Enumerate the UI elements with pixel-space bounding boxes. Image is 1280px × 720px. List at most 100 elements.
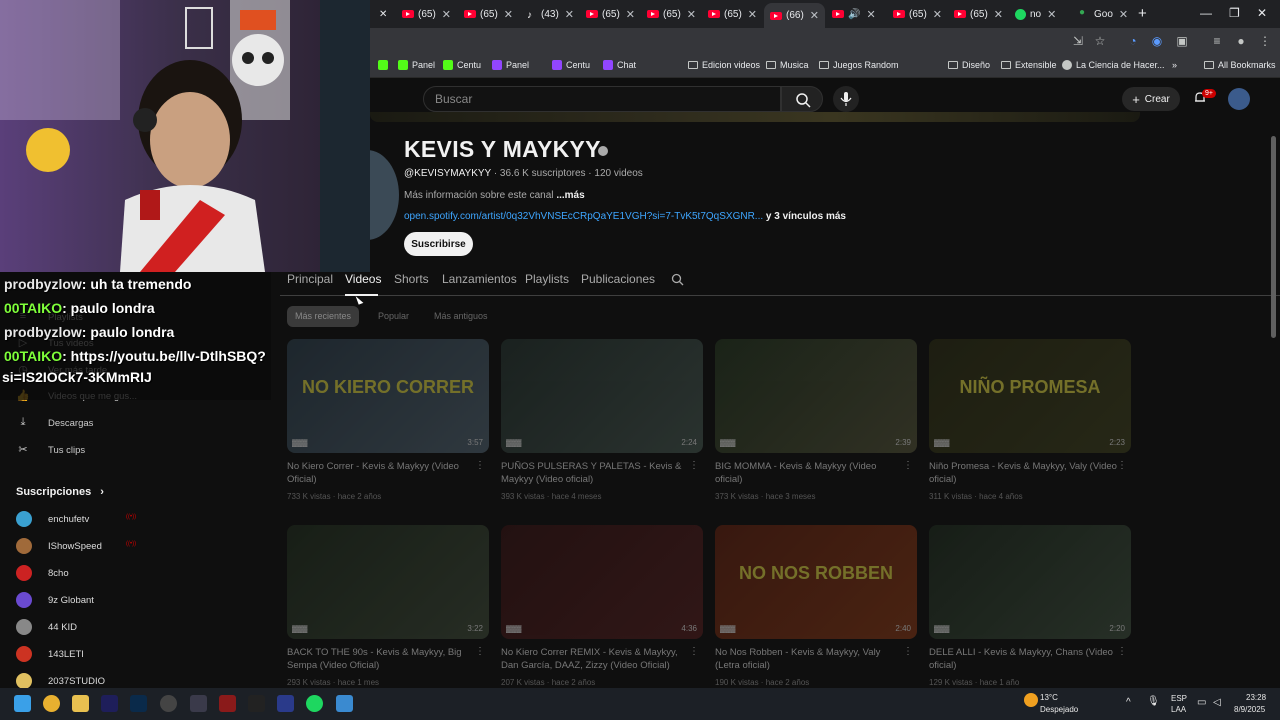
sidebar-item[interactable]: ⤓ Descargas	[16, 416, 94, 430]
obs-icon[interactable]	[160, 695, 177, 712]
browser-tab[interactable]: (65) ✕	[647, 3, 696, 25]
mic-tray-icon[interactable]: 🎙	[1147, 696, 1160, 707]
voice-search-button[interactable]	[833, 86, 859, 112]
close-tab-icon[interactable]: ✕	[866, 8, 875, 21]
tab-shorts[interactable]: Shorts	[394, 272, 429, 286]
browser-tab[interactable]: (65) ✕	[893, 3, 942, 25]
scrollbar[interactable]	[1271, 136, 1276, 338]
create-button[interactable]: + Crear	[1122, 87, 1180, 111]
browser-tab[interactable]: 🔊 ✕	[832, 3, 876, 25]
bookmark-item[interactable]: Centu	[552, 60, 590, 70]
more-options-icon[interactable]: ⋮	[689, 646, 699, 657]
video-title[interactable]: Niño Promesa - Kevis & Maykyy, Valy (Vid…	[929, 460, 1119, 486]
close-tab-icon[interactable]: ✕	[687, 8, 696, 21]
channel-description[interactable]: Más información sobre este canal ...más	[404, 190, 585, 201]
browser-tab[interactable]: (65) ✕	[954, 3, 1003, 25]
bookmark-item[interactable]: Centu	[443, 60, 481, 70]
app-3-icon[interactable]	[277, 695, 294, 712]
video-thumbnail[interactable]: ▓▓▓ 4:36	[501, 525, 703, 639]
extension-icon[interactable]: ◔	[1126, 34, 1140, 48]
more-bookmarks[interactable]: »	[1172, 60, 1177, 70]
start-icon[interactable]	[14, 695, 31, 712]
subscription-item[interactable]: 44 KID	[16, 619, 77, 635]
subscription-item[interactable]: enchufetv	[16, 511, 89, 527]
app-icon[interactable]	[190, 695, 207, 712]
avatar[interactable]	[1228, 88, 1250, 110]
tab-publicaciones[interactable]: Publicaciones	[581, 272, 655, 286]
photoshop-icon[interactable]	[130, 695, 147, 712]
filter-chip[interactable]: Más antiguos	[426, 306, 496, 327]
video-thumbnail[interactable]: ▓▓▓ 2:39	[715, 339, 917, 453]
close-window-icon[interactable]: ✕	[1257, 6, 1267, 20]
video-card[interactable]: ▓▓▓ 2:20 DELE ALLI - Kevis & Maykyy, Chans…	[929, 525, 1131, 687]
spotify-icon[interactable]	[306, 695, 323, 712]
app-2-icon[interactable]	[219, 695, 236, 712]
browser-tab[interactable]: (66) ✕	[764, 3, 826, 28]
bookmark-item[interactable]	[378, 60, 392, 70]
video-thumbnail[interactable]: NO NOS ROBBEN ▓▓▓ 2:40	[715, 525, 917, 639]
language-layout[interactable]: LAA	[1171, 705, 1186, 714]
bookmark-item[interactable]: Chat	[603, 60, 636, 70]
search-button[interactable]	[781, 86, 823, 112]
bookmark-star-icon[interactable]: ☆	[1093, 34, 1107, 48]
browser-tab[interactable]: (65) ✕	[708, 3, 757, 25]
video-thumbnail[interactable]: NO KIERO CORRER ▓▓▓ 3:57	[287, 339, 489, 453]
file-explorer-icon[interactable]	[72, 695, 89, 712]
subscription-item[interactable]: 8cho	[16, 565, 69, 581]
bookmark-item[interactable]: Juegos Random	[819, 60, 899, 70]
video-card[interactable]: ▓▓▓ 2:24 PUÑOS PULSERAS Y PALETAS - Kevis …	[501, 339, 703, 501]
more-options-icon[interactable]: ⋮	[903, 460, 913, 471]
video-title[interactable]: No Nos Robben - Kevis & Maykyy, Valy (Le…	[715, 646, 905, 672]
more-options-icon[interactable]: ⋮	[903, 646, 913, 657]
video-thumbnail[interactable]: ▓▓▓ 2:24	[501, 339, 703, 453]
bookmark-item[interactable]: Diseño	[948, 60, 990, 70]
video-title[interactable]: BACK TO THE 90s - Kevis & Maykyy, Big Se…	[287, 646, 477, 672]
close-tab-icon[interactable]: ✕	[442, 8, 451, 21]
video-thumbnail[interactable]: ▓▓▓ 3:22	[287, 525, 489, 639]
bookmark-item[interactable]: Edicion videos	[688, 60, 760, 70]
video-title[interactable]: BIG MOMMA - Kevis & Maykyy (Video oficia…	[715, 460, 905, 486]
capcut-icon[interactable]	[248, 695, 265, 712]
video-card[interactable]: ▓▓▓ 2:39 BIG MOMMA - Kevis & Maykyy (Video…	[715, 339, 917, 501]
install-icon[interactable]: ⇲	[1071, 34, 1085, 48]
browser-tab[interactable]: (65) ✕	[464, 3, 513, 25]
filter-chip[interactable]: Popular	[370, 306, 417, 327]
extensions-puzzle-icon[interactable]: ▣	[1175, 34, 1189, 48]
tab-lanzamientos[interactable]: Lanzamientos	[442, 272, 517, 286]
subscribe-button[interactable]: Suscribirse	[404, 232, 473, 256]
search-input[interactable]: Buscar	[423, 86, 781, 112]
minimize-icon[interactable]: —	[1200, 6, 1212, 20]
bookmark-item[interactable]: Panel	[398, 60, 435, 70]
language[interactable]: ESP	[1171, 694, 1187, 703]
tab-playlists[interactable]: Playlists	[525, 272, 569, 286]
more-options-icon[interactable]: ⋮	[689, 460, 699, 471]
browser-tab[interactable]: (65) ✕	[402, 3, 451, 25]
filter-chip[interactable]: Más recientes	[287, 306, 360, 327]
close-tab-icon[interactable]: ✕	[379, 3, 387, 25]
browser-tab[interactable]: (43) ✕	[525, 3, 574, 25]
close-tab-icon[interactable]: ✕	[1047, 8, 1056, 21]
more-options-icon[interactable]: ⋮	[1117, 646, 1127, 657]
bookmark-item[interactable]: Musica	[766, 60, 809, 70]
chrome-icon[interactable]	[43, 695, 60, 712]
more-options-icon[interactable]: ⋮	[1117, 460, 1127, 471]
premiere-icon[interactable]	[101, 695, 118, 712]
bookmark-item[interactable]: La Ciencia de Hacer...	[1062, 60, 1165, 70]
profile-icon[interactable]: ●	[1234, 34, 1248, 48]
video-title[interactable]: No Kiero Correr REMIX - Kevis & Maykyy, …	[501, 646, 691, 672]
browser-tab[interactable]: no ✕	[1015, 3, 1056, 25]
close-tab-icon[interactable]: ✕	[626, 8, 635, 21]
video-card[interactable]: ▓▓▓ 4:36 No Kiero Correr REMIX - Kevis & M…	[501, 525, 703, 687]
subscription-item[interactable]: 9z Globant	[16, 592, 94, 608]
video-card[interactable]: NO NOS ROBBEN ▓▓▓ 2:40 No Nos Robben - Kevi…	[715, 525, 917, 687]
new-tab-button[interactable]: +	[1138, 5, 1147, 22]
clock-date[interactable]: 8/9/2025	[1234, 705, 1265, 714]
video-card[interactable]: ▓▓▓ 3:22 BACK TO THE 90s - Kevis & Maykyy,…	[287, 525, 489, 687]
browser-tab[interactable]: Goo ✕	[1078, 3, 1128, 25]
close-tab-icon[interactable]: ✕	[1119, 8, 1128, 21]
network-icon[interactable]: ▭	[1197, 697, 1206, 708]
search-icon[interactable]	[671, 273, 684, 286]
video-thumbnail[interactable]: ▓▓▓ 2:20	[929, 525, 1131, 639]
video-thumbnail[interactable]: NIÑO PROMESA ▓▓▓ 2:23	[929, 339, 1131, 453]
video-title[interactable]: DELE ALLI - Kevis & Maykyy, Chans (Video…	[929, 646, 1119, 672]
